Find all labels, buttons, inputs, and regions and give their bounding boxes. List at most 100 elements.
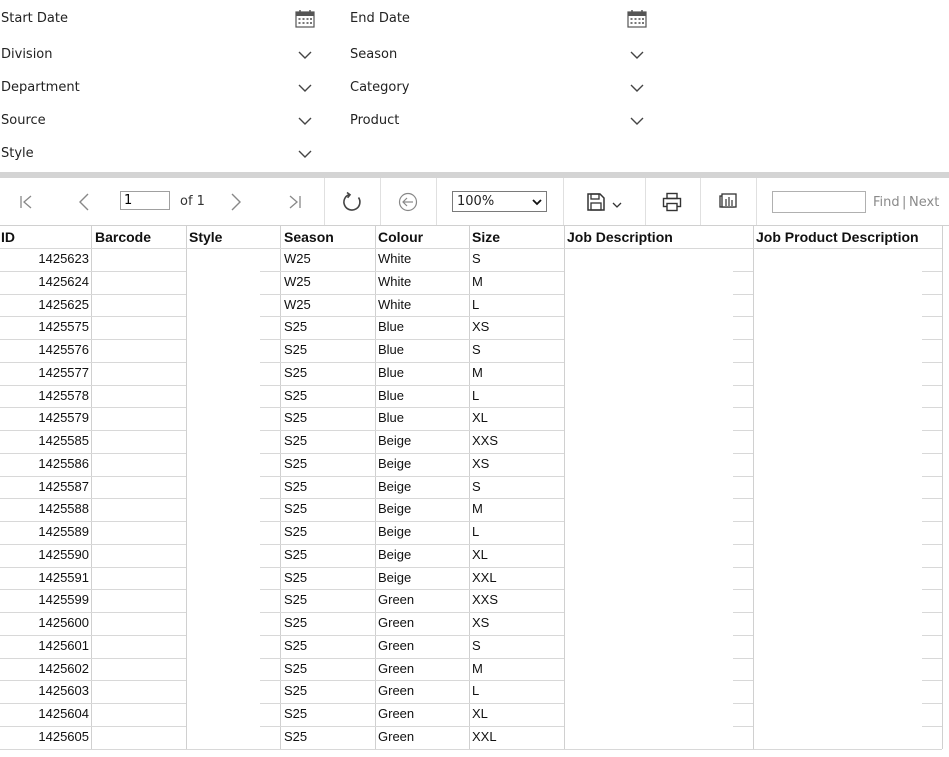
cell-job-product-description (753, 362, 942, 384)
row-divider (733, 612, 753, 613)
cell-season: S25 (284, 319, 308, 335)
row-divider (0, 407, 186, 409)
first-page-icon[interactable] (12, 178, 40, 225)
chevron-down-icon[interactable] (627, 111, 647, 131)
table-bottom-border (0, 748, 942, 750)
chevron-down-icon[interactable] (295, 45, 315, 65)
row-divider (922, 407, 942, 409)
chevron-down-icon[interactable] (295, 78, 315, 98)
next-link[interactable]: Next (909, 195, 939, 210)
back-icon[interactable] (394, 178, 422, 225)
cell-season: S25 (284, 615, 308, 630)
cell-size: XL (472, 706, 488, 721)
cell-job-product-description (753, 521, 942, 543)
calendar-icon[interactable] (627, 9, 647, 29)
chevron-down-icon[interactable] (295, 111, 315, 131)
cell-colour: Green (378, 683, 415, 699)
cell-job-description (564, 726, 753, 748)
cell-season: S25 (284, 433, 308, 448)
table-row: 1425590 S25 Beige XL (0, 544, 944, 566)
end-date-label: End Date (350, 11, 410, 26)
cell-id: 1425588 (38, 501, 89, 517)
cell-colour: Blue (378, 410, 405, 426)
row-divider (733, 452, 753, 454)
row-divider (0, 566, 186, 568)
print-icon[interactable] (658, 178, 686, 225)
season-filter[interactable]: Season (349, 43, 659, 67)
cell-colour: Green (378, 615, 415, 630)
cell-season: S25 (284, 455, 308, 471)
next-page-icon[interactable] (222, 178, 250, 225)
print-layout-icon[interactable] (714, 178, 742, 225)
chevron-down-icon[interactable] (295, 144, 315, 164)
refresh-icon[interactable] (338, 178, 366, 225)
cell-job-description (564, 680, 753, 702)
department-filter[interactable]: Department (0, 76, 320, 100)
column-divider (186, 226, 187, 749)
toolbar-separator (645, 178, 646, 225)
zoom-value: 100% (457, 194, 495, 209)
cell-style (186, 453, 281, 475)
row-divider (733, 589, 753, 591)
row-divider (922, 430, 942, 431)
row-divider (0, 521, 186, 522)
cell-colour: White (378, 296, 412, 312)
row-divider (260, 566, 564, 568)
row-divider (260, 384, 564, 386)
cell-season: S25 (284, 637, 308, 653)
cell-barcode (92, 635, 186, 657)
cell-job-description (564, 430, 753, 452)
chevron-down-icon[interactable] (627, 45, 647, 65)
cell-job-description (564, 316, 753, 338)
cell-job-product-description (753, 726, 942, 748)
table-row: 1425599 S25 Green XXS (0, 589, 944, 611)
last-page-icon[interactable] (281, 178, 309, 225)
cell-style (186, 612, 281, 634)
page-number-input[interactable] (120, 191, 170, 210)
cell-size: XS (472, 319, 490, 335)
chevron-down-icon[interactable] (627, 78, 647, 98)
row-divider (260, 703, 564, 704)
cell-colour: Blue (378, 364, 405, 380)
cell-size: XS (472, 455, 490, 471)
source-filter[interactable]: Source (0, 109, 320, 133)
style-filter[interactable]: Style (0, 142, 320, 166)
cell-job-description (564, 271, 753, 293)
cell-style (186, 726, 281, 748)
cell-size: XS (472, 615, 490, 630)
save-icon[interactable] (582, 178, 630, 225)
cell-job-description (564, 453, 753, 475)
product-filter[interactable]: Product (349, 109, 659, 133)
row-divider (0, 475, 186, 477)
find-input[interactable] (772, 191, 866, 213)
row-divider (922, 270, 942, 272)
row-divider (733, 657, 753, 659)
zoom-select[interactable]: 100% (452, 191, 547, 212)
cell-job-description (564, 294, 753, 316)
cell-colour: White (378, 251, 412, 266)
row-divider (922, 521, 942, 522)
column-divider (280, 226, 281, 749)
cell-id: 1425589 (38, 524, 89, 539)
row-divider (0, 657, 186, 659)
cell-season: S25 (284, 660, 308, 676)
cell-season: W25 (284, 273, 311, 289)
cell-job-description (564, 635, 753, 657)
cell-job-description (564, 703, 753, 725)
division-filter[interactable]: Division (0, 43, 320, 67)
row-divider (0, 293, 186, 295)
toolbar-separator (380, 178, 381, 225)
cell-job-product-description (753, 658, 942, 680)
cell-style (186, 521, 281, 543)
cell-style (186, 316, 281, 338)
previous-page-icon[interactable] (70, 178, 98, 225)
calendar-icon[interactable] (295, 9, 315, 29)
find-link[interactable]: Find (873, 195, 900, 210)
cell-style (186, 703, 281, 725)
toolbar-separator (436, 178, 437, 225)
toolbar-separator (324, 178, 325, 225)
row-divider (260, 316, 564, 318)
row-divider (733, 543, 753, 545)
category-label: Category (350, 80, 410, 95)
category-filter[interactable]: Category (349, 76, 659, 100)
